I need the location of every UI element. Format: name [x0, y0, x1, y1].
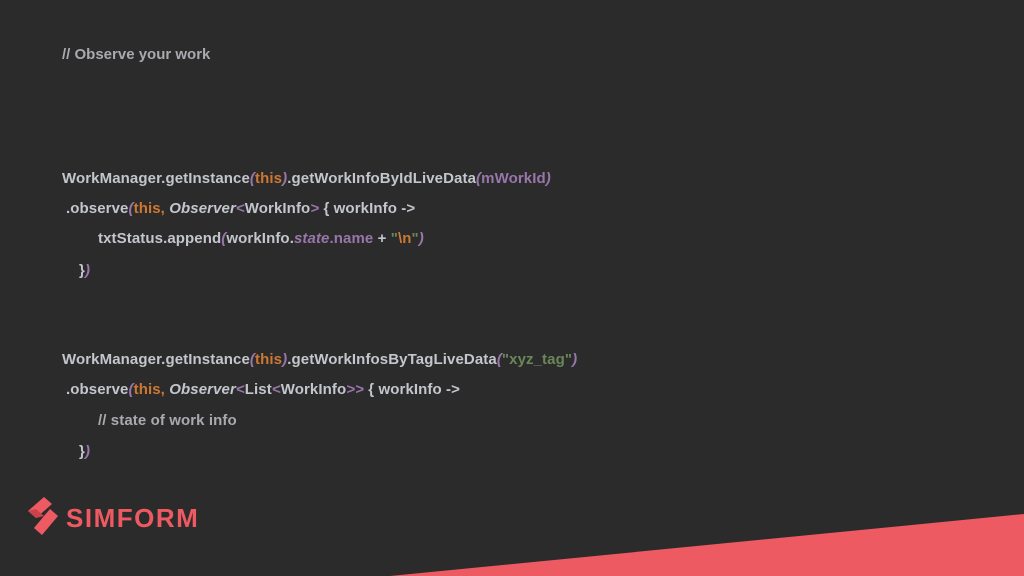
- code-token: Observer: [169, 200, 236, 217]
- code-token: List: [244, 381, 272, 398]
- code-token: <: [235, 200, 245, 217]
- code-token: txtStatus.append: [98, 230, 222, 247]
- code-token: WorkInfo: [280, 381, 347, 398]
- code-token: ): [84, 443, 91, 460]
- brand-name: SIMFORM: [66, 503, 200, 533]
- code-token: ": [390, 230, 398, 247]
- simform-chevron-icon: [28, 497, 58, 540]
- code-token: { workInfo ->: [364, 381, 460, 398]
- code-token: .getWorkInfosByTagLiveData: [287, 351, 497, 368]
- code-token: Observer: [169, 381, 236, 398]
- code-token: this,: [133, 381, 170, 398]
- code-token: state: [293, 230, 330, 247]
- code-token: .observe: [66, 381, 129, 398]
- code-block1-line4: }): [79, 262, 90, 279]
- code-token: ): [545, 170, 551, 187]
- code-block1-line1: WorkManager.getInstance(this).getWorkInf…: [62, 170, 551, 187]
- code-token: ): [418, 230, 424, 247]
- code-token: mWorkId: [481, 170, 546, 187]
- code-block2-line4: }): [79, 443, 90, 460]
- slide: // Observe your work WorkManager.getInst…: [0, 0, 1024, 576]
- code-token: \n: [397, 230, 412, 247]
- simform-logo: SIMFORM: [28, 497, 199, 540]
- code-comment: // state of work info: [98, 412, 237, 429]
- code-token: ): [572, 351, 578, 368]
- code-token: this: [255, 351, 283, 368]
- code-token: WorkManager.getInstance: [62, 351, 250, 368]
- code-token: WorkManager.getInstance: [62, 170, 250, 187]
- code-token: ): [84, 262, 91, 279]
- code-token: ": [411, 230, 419, 247]
- code-token: +: [373, 230, 391, 247]
- code-token: <: [235, 381, 245, 398]
- code-block2-line2: .observe(this, Observer<List<WorkInfo>> …: [66, 381, 460, 398]
- code-block1-line2: .observe(this, Observer<WorkInfo> { work…: [66, 200, 415, 217]
- accent-band-shape: [390, 514, 1024, 576]
- code-token: >>: [346, 381, 364, 398]
- code-token: "xyz_tag": [501, 351, 573, 368]
- code-block1-line3: txtStatus.append(workInfo.state.name + "…: [98, 230, 424, 247]
- code-token: .name: [329, 230, 374, 247]
- header-comment: // Observe your work: [62, 46, 211, 63]
- code-token: this: [255, 170, 283, 187]
- code-token: workInfo.: [226, 230, 294, 247]
- code-token: { workInfo ->: [319, 200, 416, 217]
- code-token: <: [271, 381, 281, 398]
- code-token: .observe: [66, 200, 129, 217]
- accent-band: [390, 514, 1024, 576]
- code-token: >: [310, 200, 320, 217]
- code-token: this,: [133, 200, 170, 217]
- code-block2-line3: // state of work info: [98, 412, 237, 429]
- code-token: .getWorkInfoByIdLiveData: [287, 170, 477, 187]
- code-block2-line1: WorkManager.getInstance(this).getWorkInf…: [62, 351, 577, 368]
- code-token: WorkInfo: [244, 200, 311, 217]
